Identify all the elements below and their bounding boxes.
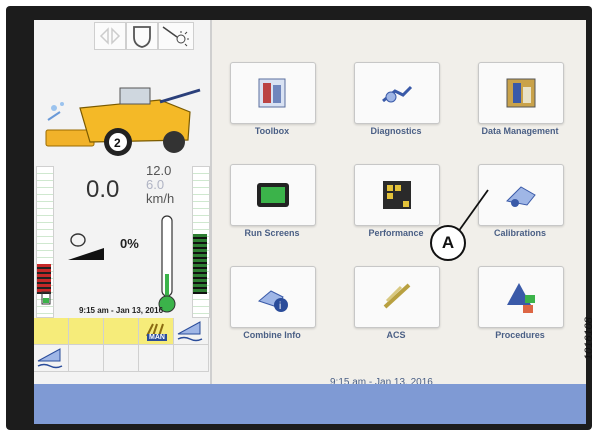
figure-number: 1016108 [583, 317, 595, 360]
callout-a: A [430, 225, 466, 261]
callout-leader-line [457, 189, 489, 233]
